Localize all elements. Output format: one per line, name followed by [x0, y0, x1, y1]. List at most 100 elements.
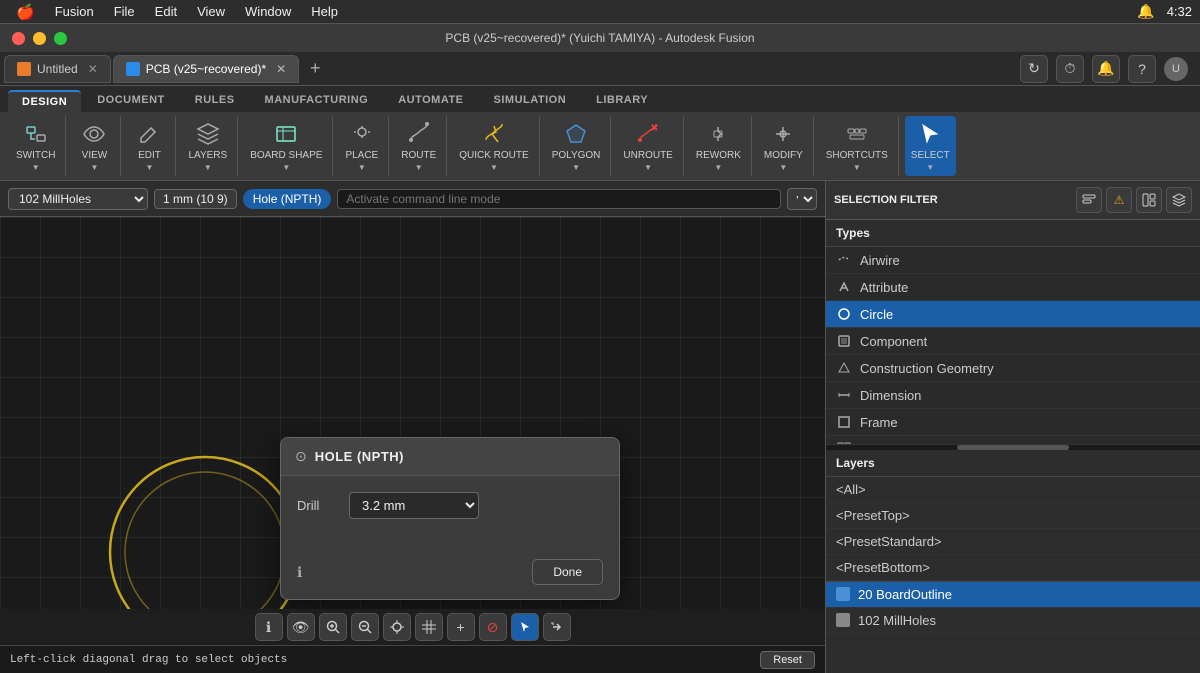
done-button[interactable]: Done	[532, 559, 603, 585]
dialog-title: HOLE (NPTH)	[315, 449, 404, 464]
add-btn[interactable]: +	[447, 613, 475, 641]
shortcuts-tool[interactable]: SHORTCUTS ▼	[820, 116, 894, 176]
cmd-dropdown[interactable]: ▼	[787, 188, 817, 210]
zoom-in-btn[interactable]	[319, 613, 347, 641]
layer-preset-bottom-label: <PresetBottom>	[836, 560, 930, 575]
unroute-tool[interactable]: UNROUTE ▼	[617, 116, 678, 176]
modify-tool[interactable]: MODIFY ▼	[758, 116, 809, 176]
layer-preset-bottom[interactable]: <PresetBottom>	[826, 555, 1200, 581]
type-construction-geometry-label: Construction Geometry	[860, 361, 994, 376]
type-attribute[interactable]: Attribute	[826, 274, 1200, 301]
pcb-circle	[100, 447, 310, 609]
minimize-button[interactable]	[33, 32, 46, 45]
type-frame[interactable]: Frame	[826, 409, 1200, 436]
tab-document[interactable]: DOCUMENT	[83, 90, 179, 112]
maximize-button[interactable]	[54, 32, 67, 45]
polygon-tool[interactable]: POLYGON ▼	[546, 116, 607, 176]
canvas-area[interactable]: ⊙ HOLE (NPTH) Drill 3.2 mm 2.4 mm 3.0 mm…	[0, 217, 825, 609]
tab-label-untitled: Untitled	[37, 62, 78, 76]
place-icon	[348, 120, 376, 148]
layer-board-outline[interactable]: 20 BoardOutline	[826, 582, 1200, 608]
grid-btn[interactable]	[415, 613, 443, 641]
place-label: PLACE	[345, 150, 378, 161]
edit-tool[interactable]: EDIT ▼	[127, 116, 171, 176]
bell-btn[interactable]: 🔔	[1092, 55, 1120, 83]
tab-automate[interactable]: AUTOMATE	[384, 90, 477, 112]
tab-library[interactable]: LIBRARY	[582, 90, 662, 112]
drill-select[interactable]: 3.2 mm 2.4 mm 3.0 mm 4.0 mm	[349, 492, 479, 519]
quick-route-tool[interactable]: QUICK ROUTE ▼	[453, 116, 534, 176]
tab-label-pcb: PCB (v25~recovered)*	[146, 62, 266, 76]
zoom-out-btn[interactable]	[351, 613, 379, 641]
type-component[interactable]: Component	[826, 328, 1200, 355]
type-airwire[interactable]: Airwire	[826, 247, 1200, 274]
frame-icon	[836, 414, 852, 430]
info-btn[interactable]: ℹ	[255, 613, 283, 641]
rework-tool[interactable]: REWORK ▼	[690, 116, 747, 176]
new-tab-button[interactable]: +	[301, 55, 329, 83]
layers-tool[interactable]: LAYERS ▼	[182, 116, 233, 176]
tab-design[interactable]: DESIGN	[8, 90, 81, 112]
refresh-btn[interactable]: ↻	[1020, 55, 1048, 83]
command-input[interactable]	[337, 189, 781, 209]
history-btn[interactable]: ⏱	[1056, 55, 1084, 83]
menu-edit[interactable]: Edit	[147, 2, 185, 21]
eye-btn[interactable]: 👁	[287, 613, 315, 641]
layer-preset-standard[interactable]: <PresetStandard>	[826, 529, 1200, 555]
fit-btn[interactable]	[383, 613, 411, 641]
type-group[interactable]: Group	[826, 436, 1200, 444]
layers-group: LAYERS ▼	[178, 116, 238, 176]
info-icon[interactable]: ℹ	[297, 564, 302, 581]
unroute-label: UNROUTE	[623, 150, 672, 161]
close-button[interactable]	[12, 32, 25, 45]
notification-icon[interactable]: 🔔	[1137, 3, 1154, 20]
menu-fusion[interactable]: Fusion	[47, 2, 102, 21]
shortcuts-group: SHORTCUTS ▼	[816, 116, 899, 176]
layer-preset-top[interactable]: <PresetTop>	[826, 503, 1200, 529]
tab-pcb[interactable]: PCB (v25~recovered)* ✕	[113, 55, 299, 83]
circle-type-icon	[836, 306, 852, 322]
tab-untitled[interactable]: Untitled ✕	[4, 55, 111, 83]
no-btn[interactable]: ⊘	[479, 613, 507, 641]
layer-all[interactable]: <All>	[826, 477, 1200, 503]
type-dimension[interactable]: Dimension	[826, 382, 1200, 409]
tab-manufacturing[interactable]: MANUFACTURING	[251, 90, 383, 112]
dimension-icon	[836, 387, 852, 403]
tab-close-untitled[interactable]: ✕	[88, 62, 98, 76]
menu-help[interactable]: Help	[303, 2, 346, 21]
menu-window[interactable]: Window	[237, 2, 299, 21]
filter-select-btn[interactable]	[1076, 187, 1102, 213]
switch-tool[interactable]: SWITCH ▼	[10, 116, 61, 176]
tab-simulation[interactable]: SIMULATION	[480, 90, 581, 112]
switch-icon	[22, 120, 50, 148]
apple-menu[interactable]: 🍎	[8, 1, 43, 23]
tab-close-pcb[interactable]: ✕	[276, 62, 286, 76]
layers-icon-btn[interactable]	[1166, 187, 1192, 213]
warning-icon-btn[interactable]: ⚠	[1106, 187, 1132, 213]
user-avatar[interactable]: U	[1164, 57, 1188, 81]
view-tool[interactable]: VIEW ▼	[72, 116, 116, 176]
reset-button[interactable]: Reset	[760, 651, 815, 669]
select-tool[interactable]: SELECT ▼	[905, 116, 956, 176]
type-circle[interactable]: Circle	[826, 301, 1200, 328]
title-bar: PCB (v25~recovered)* (Yuichi TAMIYA) - A…	[0, 24, 1200, 52]
cursor-btn[interactable]	[511, 613, 539, 641]
layer-millholes[interactable]: 102 MillHoles	[826, 608, 1200, 634]
arrow-btn[interactable]	[543, 613, 571, 641]
quick-route-label: QUICK ROUTE	[459, 150, 528, 161]
help-btn[interactable]: ?	[1128, 55, 1156, 83]
type-construction-geometry[interactable]: Construction Geometry	[826, 355, 1200, 382]
menu-file[interactable]: File	[106, 2, 143, 21]
type-frame-label: Frame	[860, 415, 898, 430]
layer-selector[interactable]: 102 MillHoles	[8, 188, 148, 210]
drill-row: Drill 3.2 mm 2.4 mm 3.0 mm 4.0 mm	[297, 492, 603, 519]
tab-rules[interactable]: RULES	[181, 90, 249, 112]
select-group: SELECT ▼	[901, 116, 960, 176]
place-tool[interactable]: PLACE ▼	[339, 116, 384, 176]
layout-icon-btn[interactable]	[1136, 187, 1162, 213]
menu-view[interactable]: View	[189, 2, 233, 21]
polygon-icon	[562, 120, 590, 148]
board-shape-tool[interactable]: BOARD SHAPE ▼	[244, 116, 328, 176]
hole-badge: Hole (NPTH)	[243, 189, 332, 209]
route-tool[interactable]: ROUTE ▼	[395, 116, 442, 176]
